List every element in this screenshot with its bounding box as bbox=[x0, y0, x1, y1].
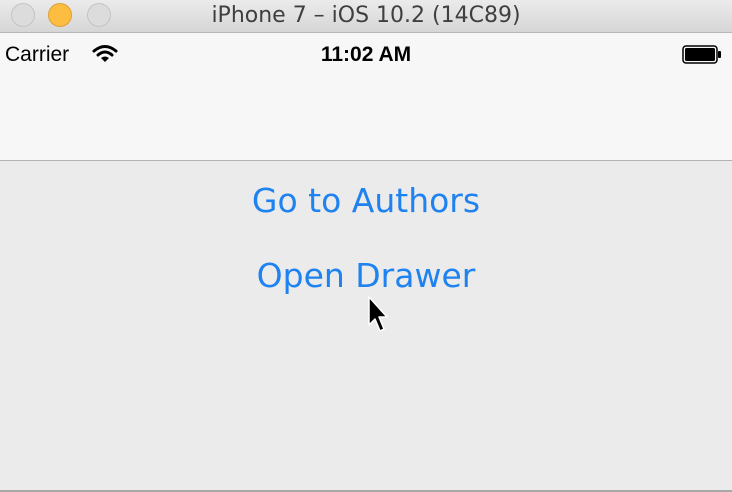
go-to-authors-button[interactable]: Go to Authors bbox=[0, 181, 732, 220]
status-bar: Carrier 11:02 AM bbox=[0, 33, 732, 73]
ios-screen: Carrier 11:02 AM Go to Authors Open Draw… bbox=[0, 33, 732, 492]
battery-icon bbox=[682, 45, 721, 64]
title-bar: iPhone 7 – iOS 10.2 (14C89) bbox=[0, 0, 732, 33]
open-drawer-button[interactable]: Open Drawer bbox=[0, 256, 732, 295]
window-title: iPhone 7 – iOS 10.2 (14C89) bbox=[211, 3, 521, 28]
status-time: 11:02 AM bbox=[320, 43, 412, 66]
simulator-window: iPhone 7 – iOS 10.2 (14C89) Carrier 11:0… bbox=[0, 0, 732, 492]
mouse-pointer-icon bbox=[368, 296, 388, 332]
navigation-bar: Carrier 11:02 AM bbox=[0, 33, 732, 161]
